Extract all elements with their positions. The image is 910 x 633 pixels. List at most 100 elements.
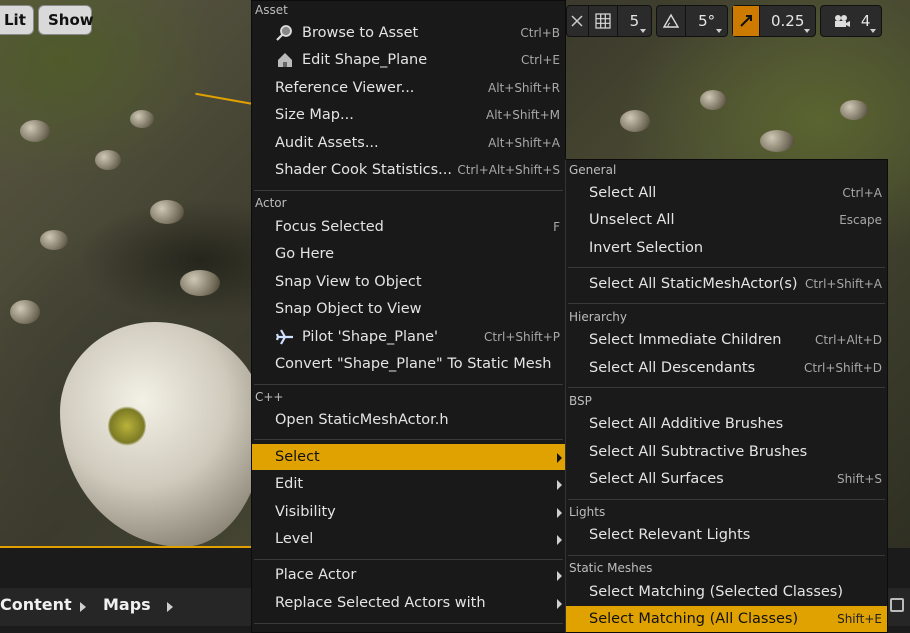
menu-item-label: Pilot 'Shape_Plane' (302, 329, 439, 345)
select-submenu: General Select All Ctrl+A Unselect All E… (565, 159, 888, 633)
menu-item-label: Replace Selected Actors with (275, 595, 486, 611)
lock-icon[interactable] (890, 598, 904, 612)
chevron-right-icon[interactable] (167, 602, 173, 612)
rotation-snap-icon[interactable] (657, 6, 687, 36)
scene-pebble (10, 300, 40, 324)
menu-item-label: Select All (589, 185, 657, 201)
rotation-size-value: 5° (698, 12, 716, 30)
menu-item-label: Focus Selected (275, 219, 384, 235)
menu-item-select-all[interactable]: Select All Ctrl+A (566, 180, 887, 206)
camera-speed-group[interactable]: 4 (820, 5, 882, 37)
lit-label: Lit (4, 11, 26, 29)
search-icon (276, 25, 292, 41)
surface-snap-icon[interactable] (567, 6, 589, 36)
grid-snap-group[interactable]: 5 (566, 5, 652, 37)
camera-speed-value: 4 (860, 12, 871, 30)
grid-snap-icon[interactable] (589, 6, 618, 36)
menu-item-label: Select All Surfaces (589, 471, 724, 487)
menu-item-select-matching-selected-classes[interactable]: Select Matching (Selected Classes) (566, 579, 887, 605)
chevron-right-icon (557, 535, 562, 545)
menu-item-focus-selected[interactable]: Focus Selected F (252, 214, 565, 240)
menu-item-label: Edit Shape_Plane (302, 52, 428, 68)
shortcut: F (553, 220, 560, 234)
menu-item-level[interactable]: Level (252, 526, 565, 552)
menu-item-select-matching-all-classes[interactable]: Select Matching (All Classes) Shift+E (566, 606, 887, 632)
section-actor: Actor (255, 196, 287, 210)
breadcrumb-content[interactable]: Content (0, 595, 72, 614)
menu-item-size-map[interactable]: Size Map... Alt+Shift+M (252, 102, 565, 128)
chevron-right-icon (557, 599, 562, 609)
menu-item-label: Select Matching (Selected Classes) (589, 584, 844, 600)
menu-item-label: Snap View to Object (275, 274, 422, 290)
menu-item-replace-actors[interactable]: Replace Selected Actors with (252, 590, 565, 616)
scene-pebble (20, 120, 50, 142)
menu-item-label: Visibility (275, 504, 336, 520)
menu-item-label: Select Relevant Lights (589, 527, 751, 543)
menu-item-label: Convert "Shape_Plane" To Static Mesh (275, 356, 552, 372)
menu-item-select-all-surfaces[interactable]: Select All Surfaces Shift+S (566, 466, 887, 492)
scale-snap-group[interactable]: 0.25 (732, 5, 816, 37)
menu-item-pilot[interactable]: Pilot 'Shape_Plane' Ctrl+Shift+P (252, 324, 565, 350)
scale-snap-icon[interactable] (733, 6, 761, 36)
menu-item-visibility[interactable]: Visibility (252, 499, 565, 525)
menu-separator (568, 499, 885, 500)
menu-item-convert-to-static-mesh[interactable]: Convert "Shape_Plane" To Static Mesh (252, 351, 565, 377)
menu-item-select-all-staticmeshactors[interactable]: Select All StaticMeshActor(s) Ctrl+Shift… (566, 271, 887, 297)
breadcrumb-maps[interactable]: Maps (103, 595, 151, 614)
menu-item-label: Snap Object to View (275, 301, 422, 317)
scene-rock (60, 322, 265, 547)
menu-item-snap-view-to-object[interactable]: Snap View to Object (252, 269, 565, 295)
scale-size-dropdown[interactable]: 0.25 (760, 6, 815, 36)
menu-item-label: Edit (275, 476, 304, 492)
scale-size-value: 0.25 (770, 12, 805, 30)
menu-item-place-actor[interactable]: Place Actor (252, 562, 565, 588)
show-button[interactable]: Show (38, 5, 94, 35)
lit-mode-button[interactable]: Lit (0, 5, 34, 35)
camera-speed-dropdown[interactable]: 4 (821, 6, 881, 36)
chevron-right-icon (557, 508, 562, 518)
menu-item-edit[interactable]: Edit (252, 471, 565, 497)
menu-separator (568, 303, 885, 304)
menu-item-edit-shape-plane[interactable]: Edit Shape_Plane Ctrl+E (252, 47, 565, 73)
rotation-size-dropdown[interactable]: 5° (686, 6, 727, 36)
menu-item-reference-viewer[interactable]: Reference Viewer... Alt+Shift+R (252, 75, 565, 101)
menu-item-open-header[interactable]: Open StaticMeshActor.h (252, 407, 565, 433)
menu-item-select-subtractive-brushes[interactable]: Select All Subtractive Brushes (566, 439, 887, 465)
menu-item-label: Shader Cook Statistics... (275, 162, 452, 178)
menu-item-unselect-all[interactable]: Unselect All Escape (566, 207, 887, 233)
menu-item-select-immediate-children[interactable]: Select Immediate Children Ctrl+Alt+D (566, 327, 887, 353)
grid-size-dropdown[interactable]: 5 (618, 6, 651, 36)
menu-item-select-relevant-lights[interactable]: Select Relevant Lights (566, 522, 887, 548)
menu-item-invert-selection[interactable]: Invert Selection (566, 235, 887, 261)
menu-item-label: Select All Subtractive Brushes (589, 444, 808, 460)
chevron-right-icon[interactable] (80, 602, 86, 612)
menu-item-select-additive-brushes[interactable]: Select All Additive Brushes (566, 411, 887, 437)
shortcut: Ctrl+Shift+P (484, 330, 560, 344)
scene-pebble (150, 200, 184, 224)
section-asset: Asset (255, 3, 288, 17)
chevron-down-icon (716, 29, 722, 33)
shortcut: Ctrl+B (520, 26, 560, 40)
shortcut: Ctrl+Shift+D (804, 361, 882, 375)
shortcut: Shift+E (837, 612, 882, 626)
scene-pebble (40, 230, 68, 250)
selection-outline (195, 92, 255, 106)
scene-pebble (180, 270, 220, 296)
menu-item-browse-to-asset[interactable]: Browse to Asset Ctrl+B (252, 20, 565, 46)
section-bsp: BSP (569, 394, 592, 408)
menu-item-snap-object-to-view[interactable]: Snap Object to View (252, 296, 565, 322)
section-hierarchy: Hierarchy (569, 310, 628, 324)
chevron-down-icon (804, 29, 810, 33)
show-label: Show (48, 11, 94, 29)
menu-item-select-all-descendants[interactable]: Select All Descendants Ctrl+Shift+D (566, 355, 887, 381)
menu-item-shader-cook-statistics[interactable]: Shader Cook Statistics... Ctrl+Alt+Shift… (252, 157, 565, 183)
house-icon (278, 53, 292, 67)
scene-pebble (700, 90, 726, 110)
rotation-snap-group[interactable]: 5° (656, 5, 728, 37)
menu-item-audit-assets[interactable]: Audit Assets... Alt+Shift+A (252, 130, 565, 156)
section-static-meshes: Static Meshes (569, 561, 653, 575)
menu-item-go-here[interactable]: Go Here (252, 241, 565, 267)
menu-item-select[interactable]: Select (252, 444, 565, 470)
shortcut: Shift+S (837, 472, 882, 486)
shortcut: Escape (839, 213, 882, 227)
